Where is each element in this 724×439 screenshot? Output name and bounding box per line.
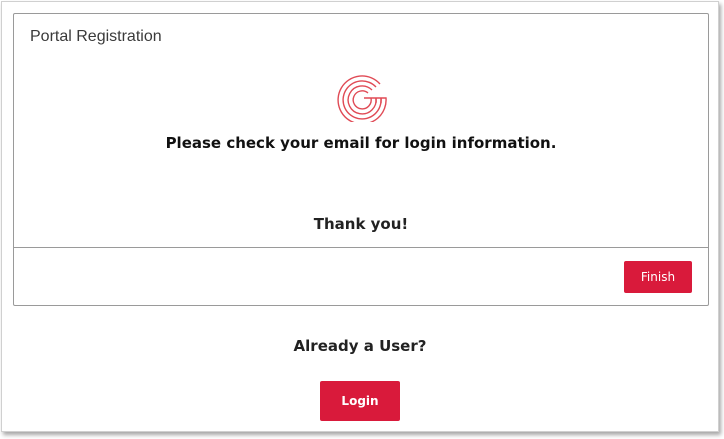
card-title: Portal Registration: [30, 28, 162, 45]
g-brand-logo-icon: [336, 70, 388, 125]
thank-you-text: Thank you!: [313, 215, 409, 233]
already-user-prompt: Already a User?: [293, 337, 427, 355]
login-button[interactable]: Login: [320, 381, 400, 421]
confirmation-message: Please check your email for login inform…: [165, 134, 557, 152]
finish-button[interactable]: Finish: [624, 261, 692, 293]
window-frame: Portal Registration Please check your em…: [1, 1, 719, 432]
card-divider: [14, 247, 708, 248]
registration-card: Portal Registration Please check your em…: [13, 13, 709, 306]
